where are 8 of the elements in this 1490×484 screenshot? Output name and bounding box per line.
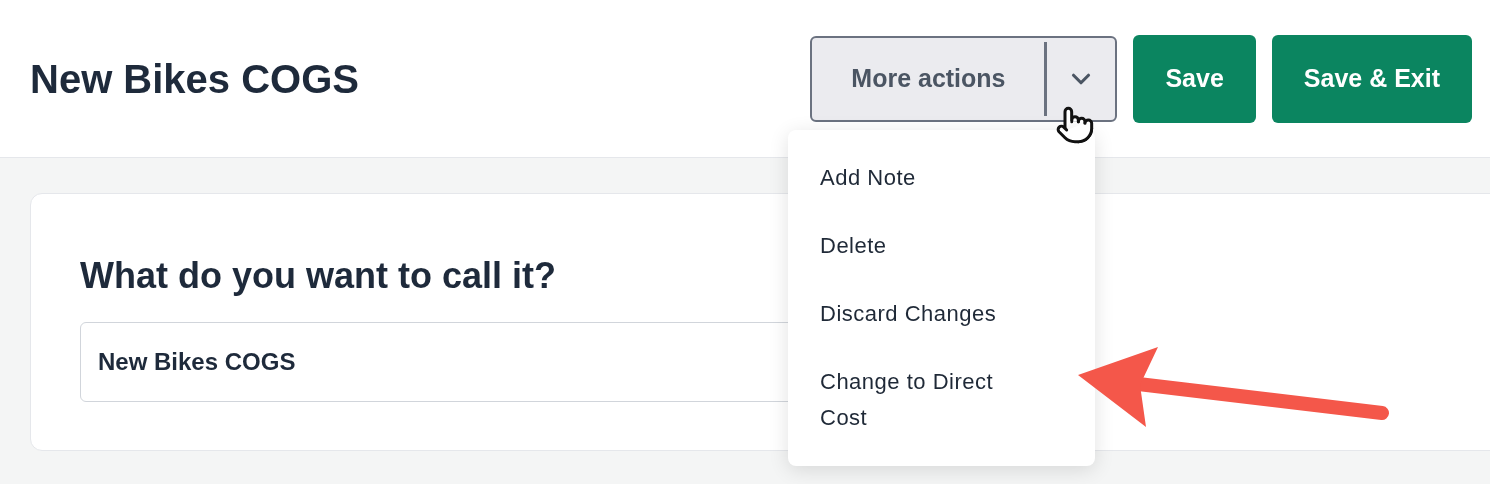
more-actions-label[interactable]: More actions: [812, 38, 1045, 120]
card-heading: What do you want to call it?: [80, 254, 557, 298]
save-button[interactable]: Save: [1133, 35, 1256, 123]
page-title: New Bikes COGS: [30, 55, 359, 103]
save-exit-button[interactable]: Save & Exit: [1271, 35, 1472, 123]
menu-item[interactable]: Add Note: [788, 144, 1095, 212]
more-actions-button[interactable]: More actions: [810, 36, 1118, 122]
menu-item[interactable]: Delete: [788, 212, 1095, 280]
